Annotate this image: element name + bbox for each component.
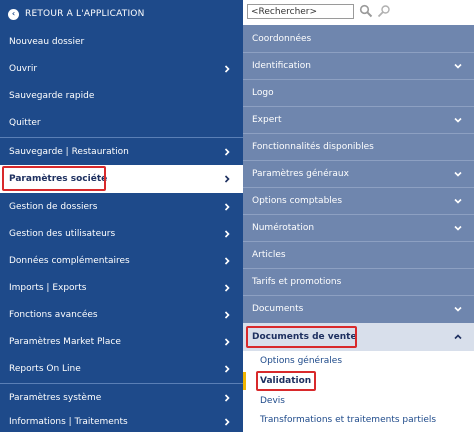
subsection-item-label: Transformations et traitements partiels xyxy=(260,415,437,425)
submenu-item-options-comptables[interactable]: Options comptables xyxy=(243,187,474,214)
menu-item-ouvrir[interactable]: Ouvrir xyxy=(0,55,243,82)
chevron-right-icon xyxy=(222,283,232,293)
left-menu: ‹ RETOUR A L'APPLICATION Nouveau dossier… xyxy=(0,0,243,432)
submenu-panel: Coordonnées Identification Logo Expert F… xyxy=(243,0,474,432)
submenu-item-logo[interactable]: Logo xyxy=(243,79,474,106)
menu-item-label: Fonctions avancées xyxy=(9,309,98,320)
subsection-item-transformations[interactable]: Transformations et traitements partiels xyxy=(260,411,436,429)
search-icon[interactable] xyxy=(359,4,373,18)
search-bar xyxy=(243,0,474,25)
submenu-item-label: Identification xyxy=(252,60,312,71)
chevron-right-icon xyxy=(222,256,232,266)
submenu-item-label: Fonctionnalités disponibles xyxy=(252,141,374,152)
submenu-item-parametres-generaux[interactable]: Paramètres généraux xyxy=(243,160,474,187)
menu-item-label: Imports | Exports xyxy=(9,282,87,293)
chevron-right-icon xyxy=(222,147,232,157)
submenu-item-label: Articles xyxy=(252,249,286,260)
back-to-application-button[interactable]: ‹ RETOUR A L'APPLICATION xyxy=(0,0,243,28)
menu-item-label: Quitter xyxy=(9,117,41,128)
submenu-item-documents-de-vente[interactable]: Documents de vente xyxy=(243,323,474,351)
menu-item-label: Reports On Line xyxy=(9,363,81,374)
chevron-up-icon xyxy=(453,332,463,342)
submenu-item-coordonnees[interactable]: Coordonnées xyxy=(243,25,474,52)
menu-item-fonctions-avancees[interactable]: Fonctions avancées xyxy=(0,301,243,328)
chevron-down-icon xyxy=(453,304,463,314)
submenu-item-label: Tarifs et promotions xyxy=(252,276,342,287)
menu-item-label: Paramètres système xyxy=(9,392,102,403)
chevron-down-icon xyxy=(453,196,463,206)
chevron-right-icon xyxy=(222,337,232,347)
menu-item-label: Gestion des utilisateurs xyxy=(9,228,116,239)
chevron-right-icon xyxy=(222,393,232,403)
chevron-right-icon xyxy=(222,364,232,374)
submenu-item-label: Documents xyxy=(252,304,304,314)
submenu-item-label: Expert xyxy=(252,114,282,125)
menu-item-parametres-societe[interactable]: Paramètres société xyxy=(0,165,243,193)
active-marker xyxy=(243,372,246,390)
menu-item-sauvegarde-rapide[interactable]: Sauvegarde rapide xyxy=(0,82,243,109)
subsection-item-validation[interactable]: Validation xyxy=(260,372,311,390)
submenu-item-label: Logo xyxy=(252,87,274,98)
chevron-right-icon xyxy=(222,417,232,427)
menu-item-sauvegarde-restauration[interactable]: Sauvegarde | Restauration xyxy=(0,138,243,165)
submenu-item-label: Numérotation xyxy=(252,222,315,233)
search-next-icon[interactable] xyxy=(377,4,391,18)
menu-item-quitter[interactable]: Quitter xyxy=(0,109,243,136)
chevron-right-icon xyxy=(222,310,232,320)
menu-item-reports-on-line[interactable]: Reports On Line xyxy=(0,355,243,382)
menu-item-parametres-systeme[interactable]: Paramètres système xyxy=(0,384,243,411)
menu-item-informations-traitements[interactable]: Informations | Traitements xyxy=(0,411,243,432)
submenu-item-articles[interactable]: Articles xyxy=(243,241,474,268)
subsection-item-label: Devis xyxy=(260,396,285,406)
menu-item-donnees-complementaires[interactable]: Données complémentaires xyxy=(0,247,243,274)
menu-item-label: Informations | Traitements xyxy=(9,416,128,427)
submenu-item-label: Documents de vente xyxy=(252,332,357,342)
menu-item-label: Sauvegarde rapide xyxy=(9,90,95,101)
menu-item-label: Paramètres Market Place xyxy=(9,336,121,347)
submenu-item-label: Coordonnées xyxy=(252,33,312,44)
chevron-down-icon xyxy=(453,61,463,71)
menu-item-gestion-utilisateurs[interactable]: Gestion des utilisateurs xyxy=(0,220,243,247)
subsection-item-devis[interactable]: Devis xyxy=(260,392,285,410)
submenu-item-expert[interactable]: Expert xyxy=(243,106,474,133)
submenu-item-fonctionnalites[interactable]: Fonctionnalités disponibles xyxy=(243,133,474,160)
menu-item-label: Données complémentaires xyxy=(9,255,130,266)
subsection-item-options-generales[interactable]: Options générales xyxy=(260,352,342,370)
chevron-right-icon xyxy=(222,64,232,74)
subsection-item-label: Validation xyxy=(260,376,312,386)
menu-item-gestion-dossiers[interactable]: Gestion de dossiers xyxy=(0,193,243,220)
submenu-item-label: Paramètres généraux xyxy=(252,168,349,179)
back-label: RETOUR A L'APPLICATION xyxy=(25,9,145,19)
submenu-item-label: Options comptables xyxy=(252,195,343,206)
menu-item-imports-exports[interactable]: Imports | Exports xyxy=(0,274,243,301)
submenu-item-documents[interactable]: Documents xyxy=(243,295,474,323)
menu-item-label: Paramètres société xyxy=(9,174,108,184)
submenu-item-numerotation[interactable]: Numérotation xyxy=(243,214,474,241)
subsection-item-label: Options générales xyxy=(260,356,343,366)
submenu-item-tarifs-promotions[interactable]: Tarifs et promotions xyxy=(243,268,474,295)
chevron-right-icon xyxy=(222,174,232,184)
menu-item-label: Sauvegarde | Restauration xyxy=(9,146,129,157)
menu-item-label: Nouveau dossier xyxy=(9,36,85,47)
search-input[interactable] xyxy=(247,4,354,19)
arrow-left-circle-icon: ‹ xyxy=(8,8,19,20)
chevron-down-icon xyxy=(453,169,463,179)
chevron-right-icon xyxy=(222,229,232,239)
chevron-down-icon xyxy=(453,115,463,125)
menu-item-nouveau-dossier[interactable]: Nouveau dossier xyxy=(0,28,243,55)
menu-item-label: Gestion de dossiers xyxy=(9,201,98,212)
chevron-down-icon xyxy=(453,223,463,233)
chevron-right-icon xyxy=(222,202,232,212)
submenu-list: Coordonnées Identification Logo Expert F… xyxy=(243,25,474,323)
submenu-item-identification[interactable]: Identification xyxy=(243,52,474,79)
menu-item-parametres-market-place[interactable]: Paramètres Market Place xyxy=(0,328,243,355)
menu-item-label: Ouvrir xyxy=(9,63,38,74)
